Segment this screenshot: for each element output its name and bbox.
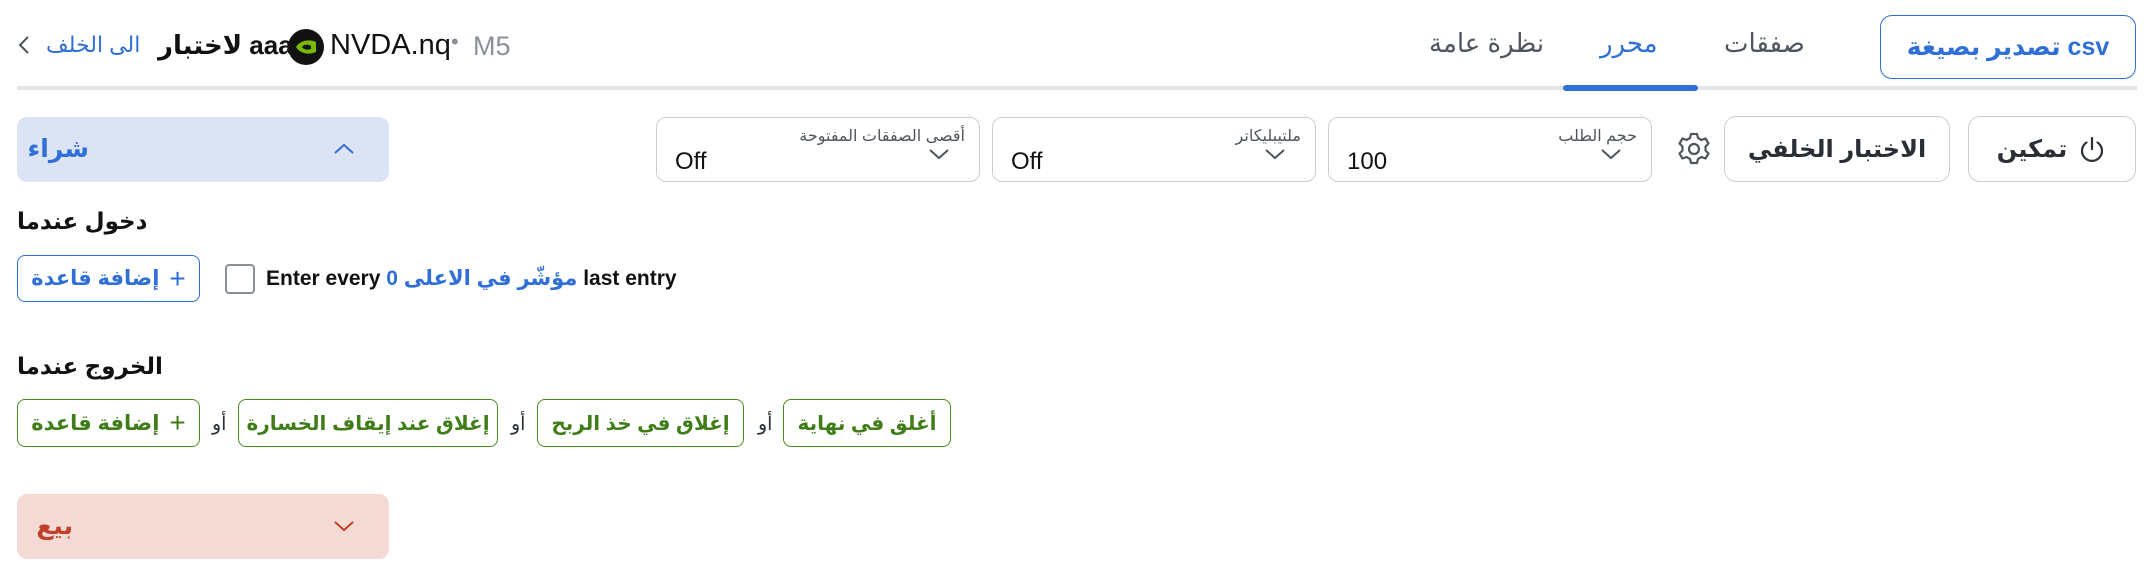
separator-dot: •: [451, 29, 459, 54]
tab-track: [17, 86, 2137, 90]
max-open-trades-value: Off: [675, 148, 707, 175]
chevron-left-icon[interactable]: [16, 34, 32, 56]
timeframe-label: M5: [473, 31, 511, 61]
exit-rule-end-of-session[interactable]: أغلق في نهاية: [783, 399, 951, 447]
export-csv-button[interactable]: تصدير بصيغة csv: [1880, 15, 2136, 79]
order-size-label: حجم الطلب: [1558, 128, 1637, 145]
tab-editor[interactable]: محرر: [1600, 28, 1658, 59]
chevron-down-icon: [929, 149, 949, 160]
or-separator: أو: [758, 414, 773, 435]
or-separator: أو: [212, 414, 227, 435]
plus-icon: +: [169, 407, 186, 438]
nvidia-logo-icon: [288, 29, 324, 65]
order-size-value: 100: [1347, 148, 1388, 175]
multiplier-select[interactable]: ملتيبليكاتر Off: [992, 117, 1316, 182]
max-open-trades-label: أقصى الصفقات المفتوحة: [799, 128, 965, 145]
power-icon: [2081, 136, 2104, 162]
gear-icon[interactable]: [1676, 131, 1712, 167]
add-rule-label: إضافة قاعدة: [31, 411, 160, 435]
entry-rule-text: Enter every 0 مؤشّر في الاعلى last entry: [266, 267, 677, 290]
entry-section-title: دخول عندما: [17, 208, 148, 234]
entry-rule-checkbox[interactable]: [225, 264, 255, 294]
add-exit-rule-button[interactable]: إضافة قاعدة +: [17, 399, 200, 447]
add-rule-label: إضافة قاعدة: [31, 267, 160, 290]
or-separator: أو: [511, 414, 526, 435]
symbol-label: NVDA.nq: [330, 29, 451, 61]
active-tab-indicator: [1563, 85, 1698, 91]
order-size-select[interactable]: حجم الطلب 100: [1328, 117, 1652, 182]
exit-rule-stop-loss[interactable]: إغلاق عند إيقاف الخسارة: [238, 399, 498, 447]
exit-section-title: الخروج عندما: [17, 353, 163, 379]
tab-trades[interactable]: صفقات: [1724, 28, 1805, 59]
tab-overview[interactable]: نظرة عامة: [1429, 28, 1544, 59]
multiplier-label: ملتيبليكاتر: [1235, 128, 1301, 145]
enable-label: تمكين: [1996, 135, 2068, 163]
sell-panel-header[interactable]: بيع: [17, 494, 389, 559]
multiplier-value: Off: [1011, 148, 1043, 175]
add-entry-rule-button[interactable]: إضافة قاعدة +: [17, 255, 200, 302]
chevron-down-icon: [334, 521, 354, 532]
chevron-down-icon: [1601, 149, 1621, 160]
back-link[interactable]: الى الخلف: [46, 32, 140, 58]
sell-title: بيع: [36, 512, 73, 540]
test-title: لاختبار aaa: [158, 30, 293, 60]
enable-button[interactable]: تمكين: [1968, 116, 2136, 182]
entry-count[interactable]: 0: [386, 267, 398, 290]
buy-panel-header[interactable]: شراء: [17, 117, 389, 182]
max-open-trades-select[interactable]: أقصى الصفقات المفتوحة Off: [656, 117, 980, 182]
plus-icon: +: [169, 262, 186, 294]
buy-title: شراء: [27, 135, 90, 163]
backtest-button[interactable]: الاختبار الخلفي: [1724, 116, 1950, 182]
chevron-up-icon: [334, 143, 354, 154]
entry-indicator-link[interactable]: مؤشّر في الاعلى: [404, 267, 578, 290]
chevron-down-icon: [1265, 149, 1285, 160]
exit-rule-take-profit[interactable]: إغلاق في خذ الربح: [537, 399, 744, 447]
